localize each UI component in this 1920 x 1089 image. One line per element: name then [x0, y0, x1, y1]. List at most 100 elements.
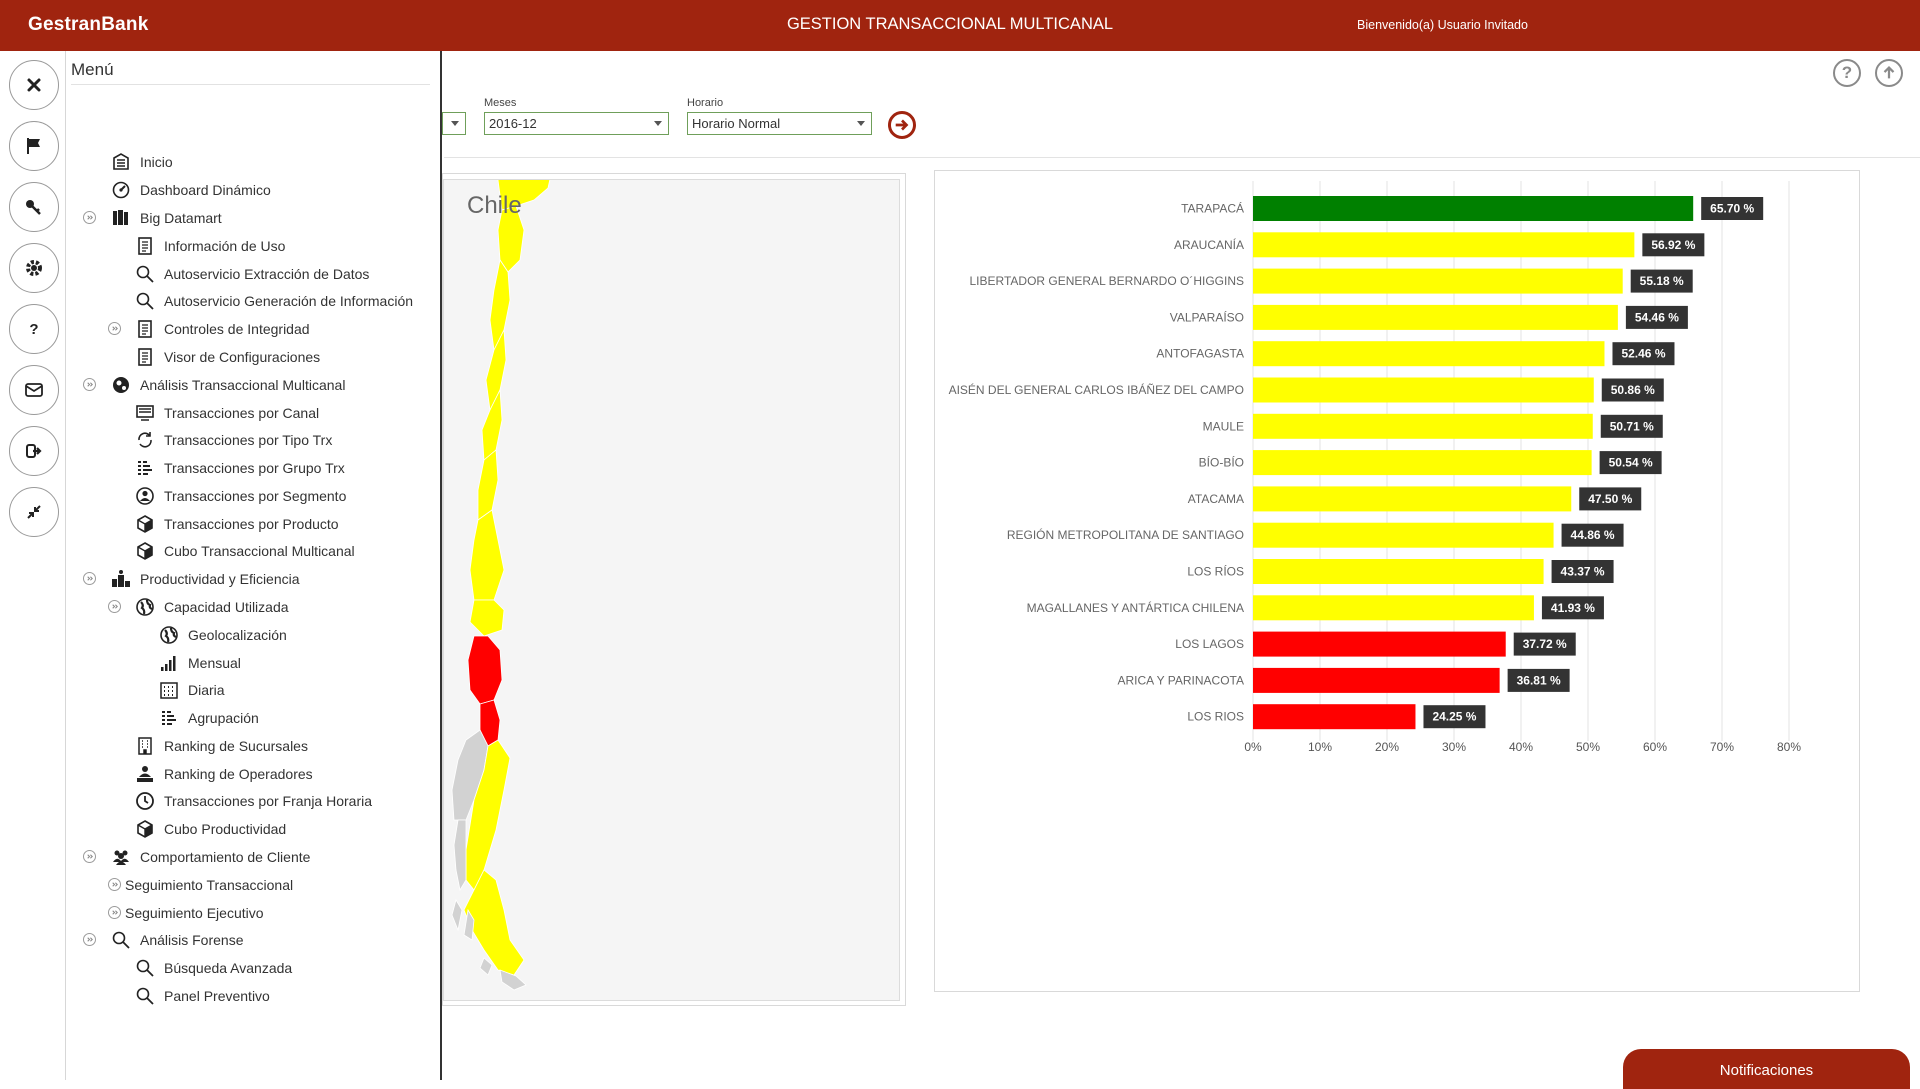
menu-item[interactable]: Mensual [158, 651, 241, 675]
key-button[interactable] [9, 182, 59, 232]
menu-item-label: Transacciones por Grupo Trx [164, 460, 345, 476]
menu-item[interactable]: Seguimiento Transaccional [125, 873, 293, 897]
data-label: 55.18 % [1640, 274, 1684, 288]
menu-item[interactable]: Agrupación [158, 706, 259, 730]
menu-item[interactable]: Búsqueda Avanzada [134, 956, 292, 980]
horario-value: Horario Normal [692, 116, 781, 131]
chevron-icon [87, 854, 93, 859]
menu-item[interactable]: Big Datamart [110, 206, 222, 230]
menu-item[interactable]: Inicio [110, 150, 173, 174]
settings-button[interactable] [9, 243, 59, 293]
bar[interactable] [1253, 704, 1416, 730]
expand-toggle[interactable] [83, 933, 96, 946]
bar[interactable] [1253, 304, 1618, 330]
menu-item[interactable]: Productividad y Eficiencia [110, 567, 300, 591]
collapse-button[interactable] [9, 487, 59, 537]
bar[interactable] [1253, 341, 1605, 367]
operator-icon [134, 763, 156, 785]
arrow-up-icon [1883, 66, 1895, 79]
menu-item[interactable]: Transacciones por Franja Horaria [134, 789, 372, 813]
bar[interactable] [1253, 522, 1554, 548]
menu-item[interactable]: Transacciones por Segmento [134, 484, 346, 508]
bar[interactable] [1253, 232, 1635, 258]
bar[interactable] [1253, 413, 1593, 439]
map-region[interactable] [467, 635, 503, 705]
data-label: 50.54 % [1609, 456, 1653, 470]
menu-item[interactable]: Análisis Forense [110, 928, 244, 952]
apply-filter-button[interactable] [888, 111, 916, 139]
flag-button[interactable] [9, 121, 59, 171]
menu-item[interactable]: Ranking de Sucursales [134, 734, 308, 758]
data-label: 50.86 % [1611, 383, 1655, 397]
bar[interactable] [1253, 486, 1572, 512]
bar[interactable] [1253, 377, 1594, 403]
help-icon: ? [29, 321, 38, 338]
expand-toggle[interactable] [83, 378, 96, 391]
bar[interactable] [1253, 450, 1592, 476]
mail-button[interactable] [9, 365, 59, 415]
menu-item-label: Comportamiento de Cliente [140, 849, 311, 865]
bar[interactable] [1253, 196, 1694, 221]
data-label: 50.71 % [1610, 419, 1654, 433]
logout-button[interactable] [9, 426, 59, 476]
menu-item[interactable]: Comportamiento de Cliente [110, 845, 310, 869]
menu-item[interactable]: Controles de Integridad [134, 317, 310, 341]
bar[interactable] [1253, 559, 1544, 584]
menu-item-label: Diaria [188, 682, 225, 698]
menu-item[interactable]: Dashboard Dinámico [110, 178, 271, 202]
menu-item-label: Seguimiento Transaccional [125, 877, 294, 893]
mail-icon [25, 383, 43, 397]
menu-item-label: Visor de Configuraciones [164, 349, 321, 365]
menu-item[interactable]: Geolocalización [158, 623, 287, 647]
expand-toggle[interactable] [108, 600, 121, 613]
menu-item[interactable]: Visor de Configuraciones [134, 345, 320, 369]
menu-item-label: Cubo Productividad [164, 821, 287, 837]
menu-item[interactable]: Panel Preventivo [134, 984, 270, 1008]
expand-toggle[interactable] [83, 572, 96, 585]
map-region[interactable] [477, 449, 499, 521]
help-circle-icon[interactable]: ? [1833, 59, 1861, 87]
expand-toggle[interactable] [108, 878, 121, 891]
menu-item-label: Dashboard Dinámico [140, 182, 271, 198]
bar[interactable] [1253, 268, 1623, 294]
menu-item[interactable]: Diaria [158, 678, 225, 702]
expand-toggle[interactable] [108, 906, 121, 919]
menu-item[interactable]: Análisis Transaccional Multicanal [110, 373, 345, 397]
prior-filter-select[interactable] [442, 112, 466, 135]
map-region[interactable] [469, 509, 505, 601]
meses-select[interactable]: 2016-12 [484, 112, 669, 135]
expand-toggle[interactable] [108, 322, 121, 335]
menu-item[interactable]: Cubo Productividad [134, 817, 286, 841]
scroll-top-button[interactable] [1875, 59, 1903, 87]
menu-item[interactable]: Ranking de Operadores [134, 762, 313, 786]
horario-select[interactable]: Horario Normal [687, 112, 872, 135]
menu-item[interactable]: Autoservicio Generación de Información [134, 289, 413, 313]
close-menu-button[interactable] [9, 60, 59, 110]
menu-item[interactable]: Capacidad Utilizada [134, 595, 289, 619]
menu-item[interactable]: Seguimiento Ejecutivo [125, 901, 264, 925]
menu-item[interactable]: Transacciones por Grupo Trx [134, 456, 345, 480]
menu-item[interactable]: Autoservicio Extracción de Datos [134, 262, 369, 286]
menu-item-label: Agrupación [188, 710, 259, 726]
data-label: 36.81 % [1517, 673, 1561, 687]
notifications-tab[interactable]: Notificaciones [1623, 1049, 1910, 1089]
menu-item-label: Transacciones por Segmento [164, 488, 347, 504]
list-icon [158, 707, 180, 729]
key-icon [26, 200, 41, 215]
map-region[interactable] [469, 599, 505, 637]
category-label: VALPARAÍSO [1170, 309, 1244, 324]
bar[interactable] [1253, 631, 1506, 657]
menu-item[interactable]: Transacciones por Canal [134, 401, 319, 425]
menu-item[interactable]: Cubo Transaccional Multicanal [134, 539, 355, 563]
help-button[interactable]: ? [9, 304, 59, 354]
arrow-right-icon [895, 119, 909, 131]
expand-toggle[interactable] [83, 850, 96, 863]
expand-toggle[interactable] [83, 211, 96, 224]
list-icon [134, 457, 156, 479]
menu-item[interactable]: Información de Uso [134, 234, 285, 258]
menu-item[interactable]: Transacciones por Producto [134, 512, 339, 536]
menu-item[interactable]: Transacciones por Tipo Trx [134, 428, 332, 452]
map-region[interactable] [489, 258, 511, 352]
bar[interactable] [1253, 595, 1534, 621]
bar[interactable] [1253, 667, 1500, 693]
